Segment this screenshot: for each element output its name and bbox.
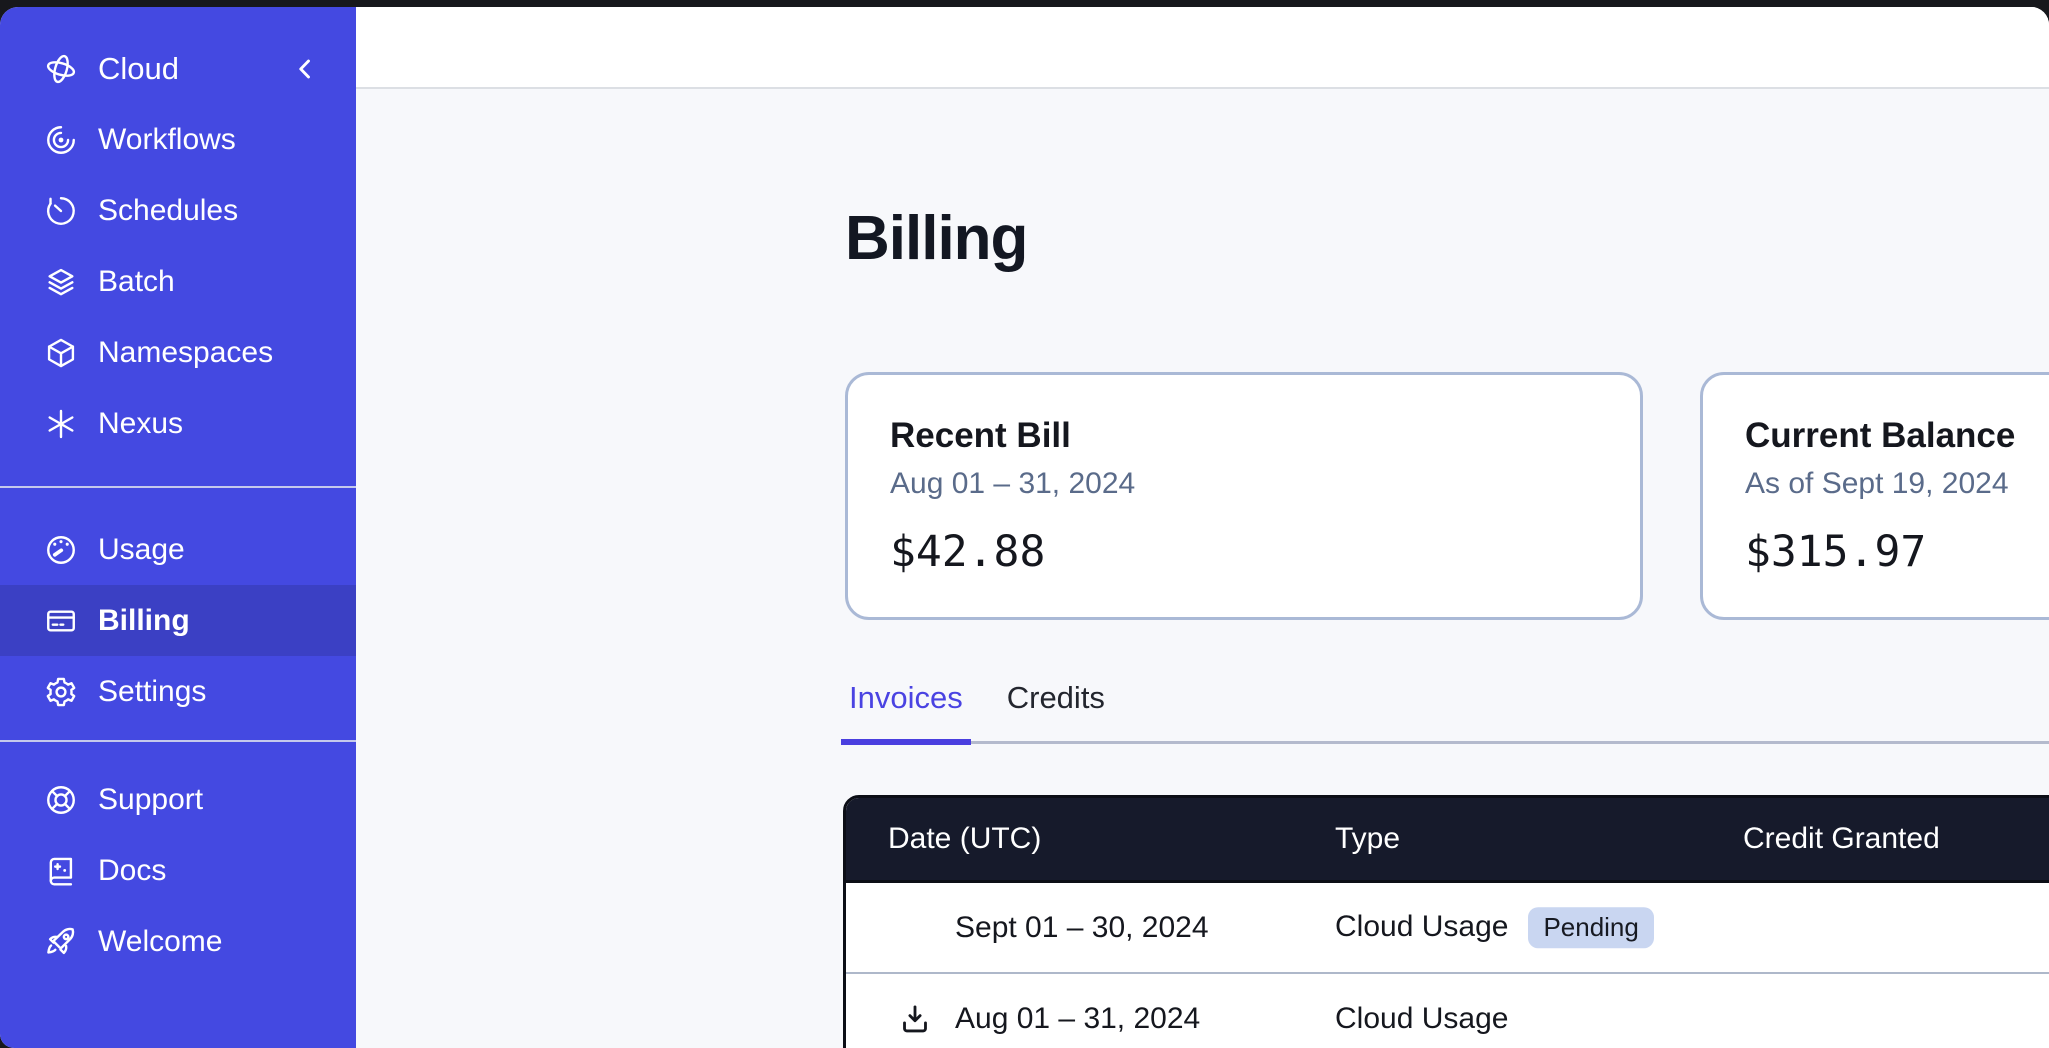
column-header-credit: Credit Granted: [1743, 822, 1940, 856]
sidebar-item-label: Batch: [98, 265, 175, 299]
sidebar-item-namespaces[interactable]: Namespaces: [0, 317, 356, 388]
card-amount: $42.88: [890, 527, 1598, 577]
sidebar-item-schedules[interactable]: Schedules: [0, 175, 356, 246]
invoice-type: Cloud Usage: [1335, 1002, 1508, 1036]
page-title: Billing: [845, 203, 1027, 274]
workflows-spiral-icon: [44, 123, 78, 157]
cube-icon: [44, 336, 78, 370]
card-subtitle: Aug 01 – 31, 2024: [890, 466, 1598, 502]
sidebar-divider: [0, 740, 356, 742]
layers-icon: [44, 265, 78, 299]
table-row: Aug 01 – 31, 2024 Cloud Usage: [846, 974, 2049, 1048]
sidebar-item-label: Welcome: [98, 925, 222, 959]
sidebar-item-support[interactable]: Support: [0, 764, 356, 835]
table-row: Sept 01 – 30, 2024 Cloud Usage Pending: [846, 883, 2049, 972]
status-badge: Pending: [1528, 907, 1653, 949]
column-header-type: Type: [1335, 822, 1400, 856]
sidebar-item-cloud[interactable]: Cloud: [0, 33, 356, 104]
timer-icon: [44, 194, 78, 228]
app-window: Cloud Workflows: [0, 7, 2049, 1048]
billing-page: Billing Recent Bill Aug 01 – 31, 2024 $4…: [356, 91, 2049, 1048]
sidebar-item-label: Settings: [98, 675, 206, 709]
sidebar-item-batch[interactable]: Batch: [0, 246, 356, 317]
current-balance-card: Current Balance As of Sept 19, 2024 $315…: [1700, 372, 2049, 620]
sidebar-divider: [0, 486, 356, 488]
rocket-icon: [44, 925, 78, 959]
tab-credits[interactable]: Credits: [999, 679, 1113, 745]
sidebar-item-usage[interactable]: Usage: [0, 514, 356, 585]
gauge-icon: [44, 533, 78, 567]
orbit-icon: [44, 52, 78, 86]
card-title: Recent Bill: [890, 415, 1598, 457]
book-icon: [44, 854, 78, 888]
sidebar-item-label: Schedules: [98, 194, 238, 228]
card-title: Current Balance: [1745, 415, 2049, 457]
table-header-row: Date (UTC) Type Credit Granted: [846, 798, 2049, 883]
sidebar-collapse-button[interactable]: [290, 54, 320, 84]
sidebar-item-workflows[interactable]: Workflows: [0, 104, 356, 175]
invoice-type: Cloud Usage: [1335, 911, 1508, 945]
sidebar-item-nexus[interactable]: Nexus: [0, 388, 356, 459]
top-bar: [356, 7, 2049, 89]
invoice-date: Sept 01 – 30, 2024: [955, 911, 1209, 945]
gear-icon: [44, 675, 78, 709]
sidebar-item-label: Namespaces: [98, 336, 273, 370]
recent-bill-card: Recent Bill Aug 01 – 31, 2024 $42.88: [845, 372, 1643, 620]
sidebar-item-label: Nexus: [98, 407, 183, 441]
summary-cards: Recent Bill Aug 01 – 31, 2024 $42.88 Cur…: [845, 372, 2049, 620]
sidebar-item-label: Cloud: [98, 51, 179, 87]
download-invoice-button[interactable]: [898, 1002, 932, 1036]
sidebar-item-welcome[interactable]: Welcome: [0, 906, 356, 977]
tab-invoices[interactable]: Invoices: [841, 679, 971, 745]
lifebuoy-icon: [44, 783, 78, 817]
sidebar-item-label: Docs: [98, 854, 166, 888]
invoices-table: Date (UTC) Type Credit Granted Sept 01 –…: [843, 795, 2049, 1048]
sidebar-item-billing[interactable]: Billing: [0, 585, 356, 656]
sidebar-item-label: Support: [98, 783, 203, 817]
column-header-date: Date (UTC): [888, 822, 1041, 856]
sidebar-item-docs[interactable]: Docs: [0, 835, 356, 906]
sidebar-item-label: Usage: [98, 533, 185, 567]
download-icon: [898, 1002, 932, 1036]
invoice-date: Aug 01 – 31, 2024: [955, 1002, 1200, 1036]
sidebar-item-settings[interactable]: Settings: [0, 656, 356, 727]
card-amount: $315.97: [1745, 527, 2049, 577]
credit-card-icon: [44, 604, 78, 638]
asterisk-icon: [44, 407, 78, 441]
main-area: Billing Recent Bill Aug 01 – 31, 2024 $4…: [356, 7, 2049, 1048]
billing-tabs: Invoices Credits: [841, 679, 1113, 745]
sidebar-item-label: Workflows: [98, 123, 236, 157]
chevron-left-icon: [290, 54, 320, 84]
sidebar: Cloud Workflows: [0, 7, 356, 1048]
sidebar-item-label: Billing: [98, 604, 190, 638]
card-subtitle: As of Sept 19, 2024: [1745, 466, 2049, 502]
